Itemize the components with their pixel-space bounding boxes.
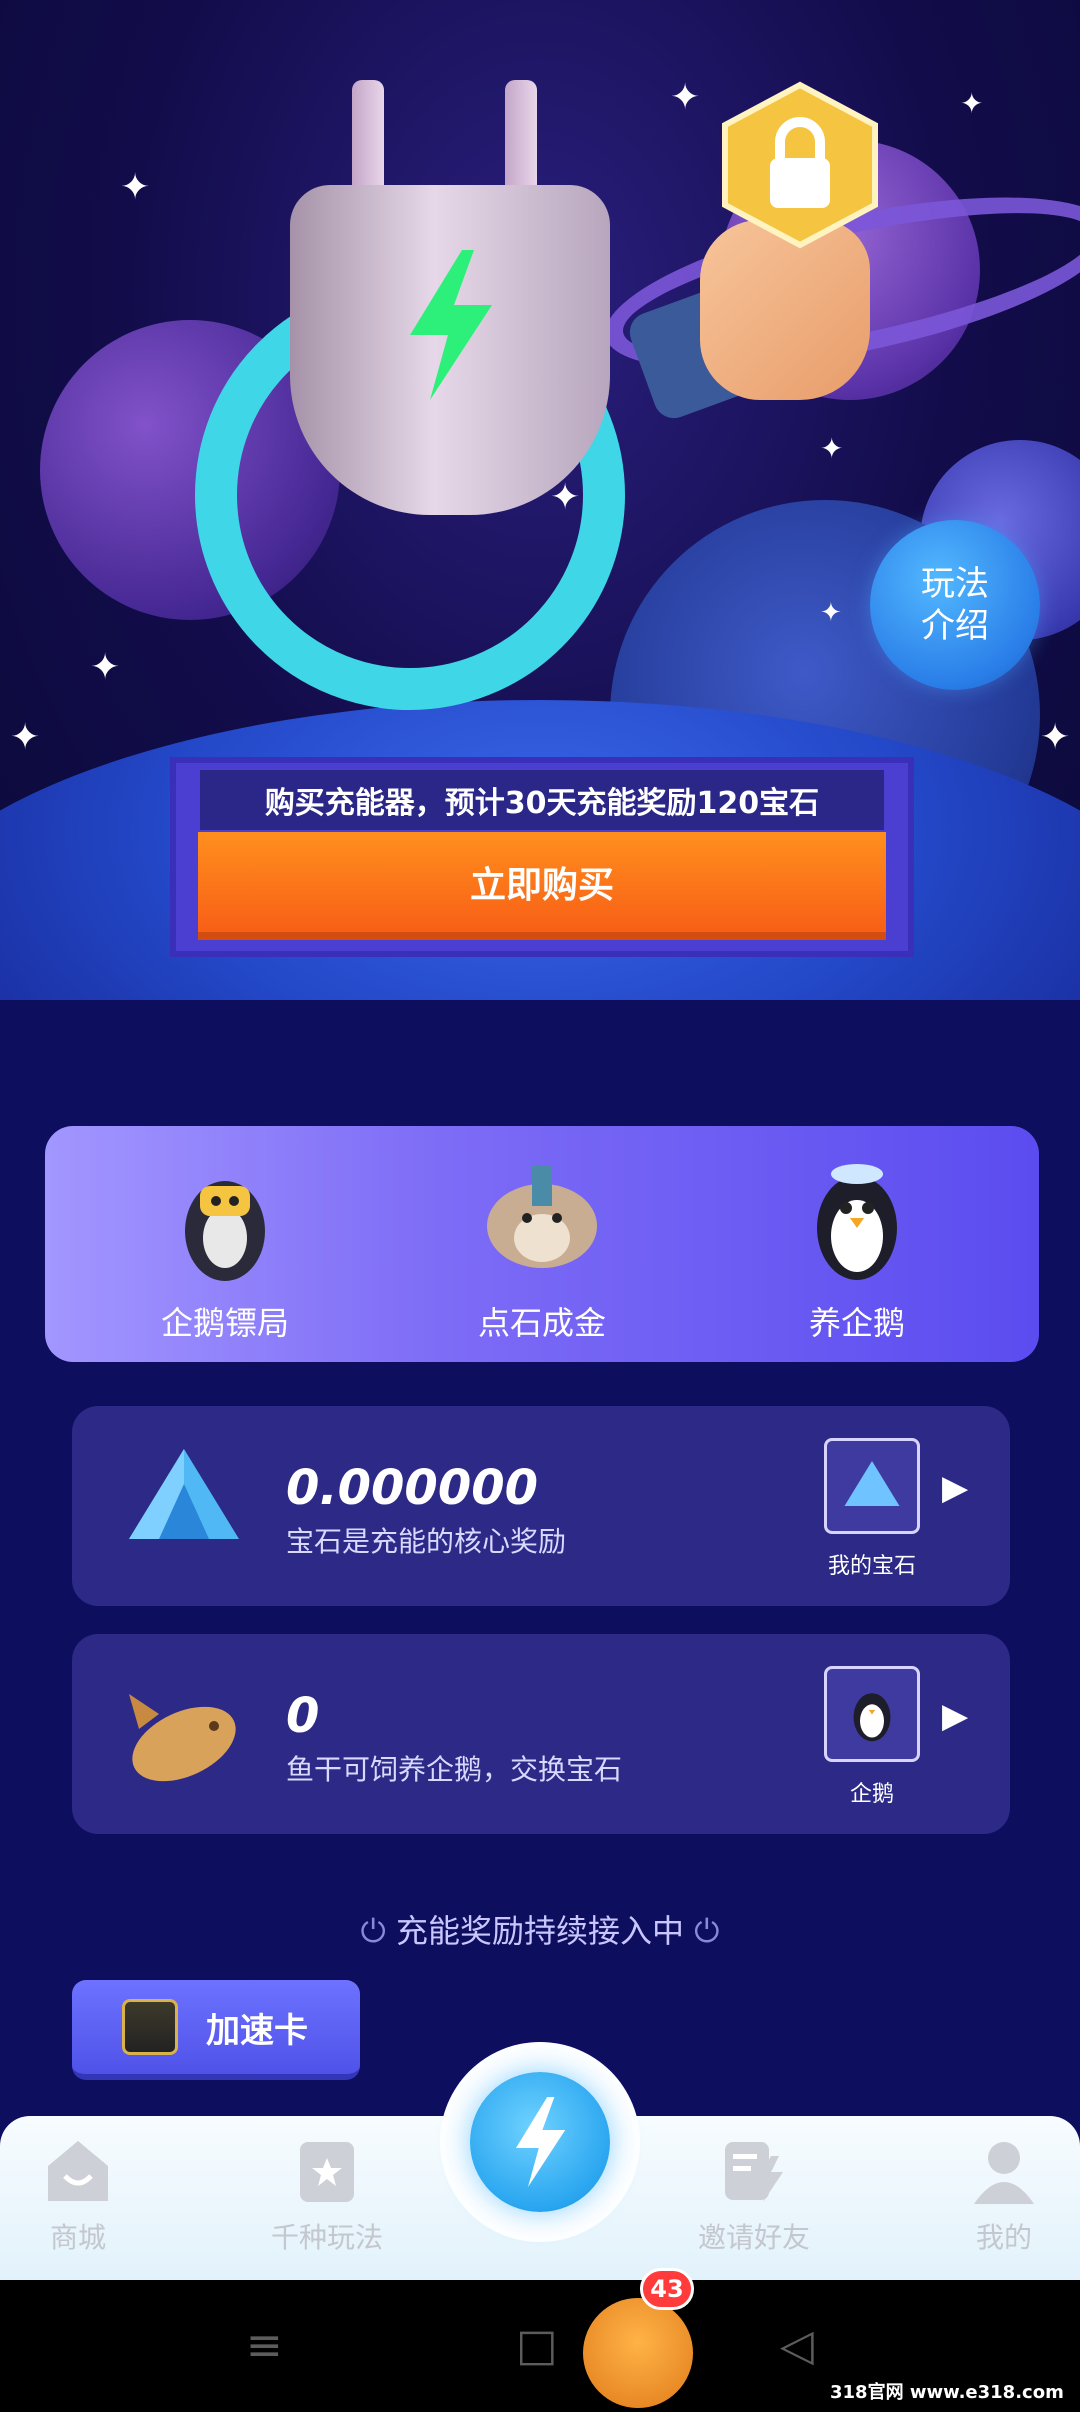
- penguin-label: 企鹅: [849, 1782, 894, 1807]
- play-arrow-icon[interactable]: ▶: [942, 1696, 968, 1736]
- star-icon: ✦: [820, 432, 844, 465]
- feature-raise-penguin[interactable]: 养企鹅: [727, 1156, 987, 1344]
- plug-left-icon: ⏻: [360, 1912, 386, 1950]
- charge-center-button[interactable]: [470, 2072, 610, 2212]
- notification-badge: 43: [640, 2268, 694, 2310]
- penguin-escort-icon: [185, 1181, 265, 1281]
- buy-now-button[interactable]: 立即购买: [198, 832, 886, 940]
- purchase-promo-text: 购买充能器，预计30天充能奖励120宝石: [200, 770, 884, 830]
- feature-label: 企鹅镖局: [160, 1304, 289, 1342]
- fish-balance: 0: [286, 1688, 320, 1744]
- penguin-icon: [853, 1693, 891, 1742]
- rules-intro-button[interactable]: 玩法 介绍: [870, 520, 1040, 690]
- gem-card[interactable]: 0.000000 宝石是充能的核心奖励 我的宝石 ▶: [72, 1406, 1010, 1606]
- penguin-thumb[interactable]: [824, 1666, 920, 1762]
- back-icon[interactable]: ◁: [780, 2320, 814, 2371]
- games-icon: [300, 2142, 354, 2202]
- speed-card-label: 加速卡: [206, 2010, 308, 2051]
- lock-sign-icon: [722, 81, 878, 249]
- feature-touch-gold[interactable]: 点石成金: [412, 1156, 672, 1344]
- fish-card[interactable]: 0 鱼干可饲养企鹅，交换宝石 企鹅 ▶: [72, 1634, 1010, 1834]
- floating-tiger-avatar[interactable]: [583, 2298, 693, 2408]
- gem-description: 宝石是充能的核心奖励: [286, 1525, 567, 1558]
- speed-card-icon: [122, 1999, 178, 2055]
- home-square-icon[interactable]: □: [516, 2320, 558, 2371]
- nav-item-shop[interactable]: 商城: [0, 2136, 168, 2256]
- invite-icon: [725, 2142, 783, 2202]
- feature-label: 养企鹅: [808, 1304, 905, 1342]
- gem-balance: 0.000000: [286, 1460, 539, 1516]
- monkey-king-icon: [487, 1166, 597, 1268]
- dried-fish-icon: [129, 1694, 236, 1782]
- penguin-raise-icon: [817, 1164, 897, 1280]
- my-gems-thumb[interactable]: [824, 1438, 920, 1534]
- nav-item-profile[interactable]: 我的: [914, 2136, 1080, 2256]
- shop-icon: [48, 2141, 108, 2201]
- profile-icon: [974, 2142, 1034, 2204]
- nav-label: 商城: [49, 2221, 106, 2254]
- lightning-icon: [516, 2097, 566, 2187]
- feature-strip: 企鹅镖局 点石成金 养企鹅: [45, 1126, 1039, 1362]
- lightning-icon: [410, 250, 492, 400]
- nav-label: 千种玩法: [270, 2221, 383, 2254]
- plug-prong-right: [505, 80, 537, 200]
- star-icon: ✦: [670, 77, 701, 118]
- star-icon: ✦: [120, 167, 151, 208]
- nav-label: 邀请好友: [697, 2221, 810, 2254]
- star-icon: ✦: [10, 717, 41, 758]
- rules-intro-label: 玩法 介绍: [921, 564, 989, 646]
- speed-card-button[interactable]: 加速卡: [72, 1980, 360, 2080]
- play-arrow-icon[interactable]: ▶: [942, 1468, 968, 1508]
- nav-item-games[interactable]: 千种玩法: [237, 2136, 417, 2256]
- nav-item-invite[interactable]: 邀请好友: [664, 2136, 844, 2256]
- plug-prong-left: [352, 80, 384, 200]
- my-gems-label: 我的宝石: [827, 1554, 916, 1579]
- star-icon: ✦: [1040, 717, 1071, 758]
- star-icon: ✦: [960, 87, 984, 120]
- site-watermark: 318官网 www.e318.com: [830, 2382, 1064, 2403]
- fish-description: 鱼干可饲养企鹅，交换宝石: [286, 1753, 623, 1786]
- star-icon: ✦: [820, 598, 842, 628]
- plug-right-icon: ⏻: [694, 1912, 720, 1950]
- charging-status: ⏻ 充能奖励持续接入中 ⏻: [0, 1906, 1080, 1952]
- star-icon: ✦: [90, 647, 121, 688]
- feature-label: 点石成金: [477, 1304, 606, 1342]
- gem-icon: [129, 1449, 239, 1539]
- feature-penguin-escort[interactable]: 企鹅镖局: [95, 1156, 355, 1344]
- nav-label: 我的: [975, 2221, 1032, 2254]
- gem-thumb-icon: [844, 1461, 900, 1506]
- charging-status-text: 充能奖励持续接入中: [395, 1912, 684, 1950]
- menu-icon[interactable]: ≡: [246, 2320, 283, 2371]
